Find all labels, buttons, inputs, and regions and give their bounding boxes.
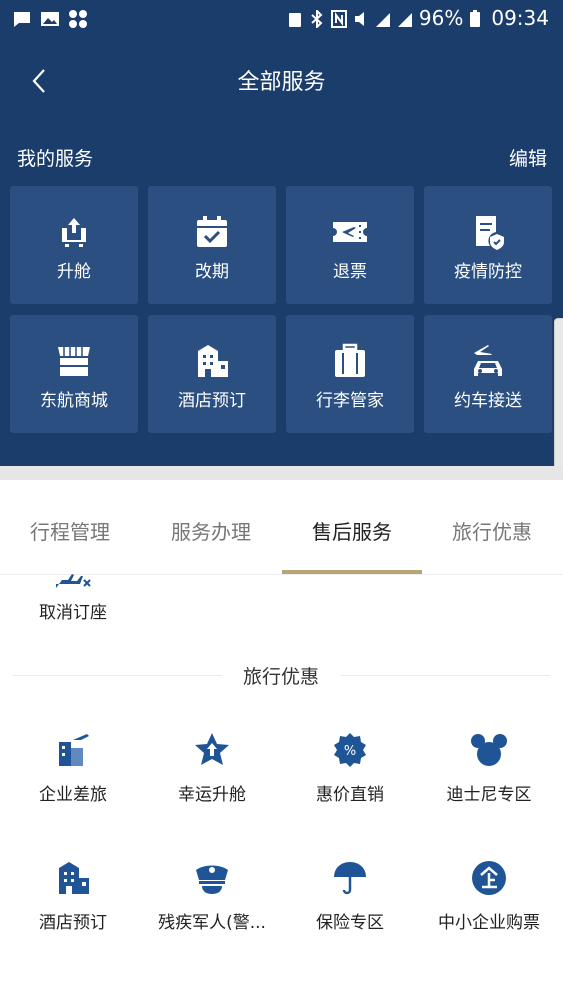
service-tile-refund[interactable]: 退票 bbox=[286, 186, 414, 304]
discount-icon: % bbox=[334, 733, 366, 767]
nfc-icon bbox=[330, 9, 347, 28]
mute-icon bbox=[353, 9, 369, 27]
bluetooth-icon bbox=[309, 8, 325, 30]
service-tile-luggage[interactable]: 行李管家 bbox=[286, 315, 414, 433]
deal-label: 惠价直销 bbox=[316, 785, 384, 805]
page-title: 全部服务 bbox=[237, 70, 326, 95]
active-tab-indicator bbox=[282, 570, 422, 574]
service-label: 东航商城 bbox=[40, 391, 108, 411]
header-area: 96% 09:34 全部服务 我的服务 编辑 升舱 改期 退票 疫情防控 东航商… bbox=[0, 0, 563, 466]
lucky-upgrade-icon bbox=[195, 733, 229, 765]
hotel-icon bbox=[59, 862, 89, 894]
service-tile-car[interactable]: 约车接送 bbox=[424, 315, 552, 433]
deal-label: 迪士尼专区 bbox=[446, 785, 532, 805]
battery-percent: 96% bbox=[418, 6, 464, 30]
deal-disabled-veterans[interactable]: 残疾军人(警... bbox=[143, 860, 281, 950]
clock: 09:34 bbox=[491, 6, 549, 30]
deal-hotel[interactable]: 酒店预订 bbox=[4, 860, 142, 950]
deal-label: 企业差旅 bbox=[39, 785, 107, 805]
ticket-refund-icon bbox=[333, 222, 367, 242]
battery-icon bbox=[469, 9, 485, 27]
cancel-booking-icon bbox=[56, 574, 91, 588]
apps-icon bbox=[68, 9, 88, 29]
deal-disney[interactable]: 迪士尼专区 bbox=[420, 732, 558, 822]
disney-icon bbox=[471, 734, 507, 766]
hotel-icon bbox=[198, 345, 228, 377]
travel-deals-header: 旅行优惠 bbox=[12, 662, 550, 690]
tab-trip-management[interactable]: 行程管理 bbox=[0, 516, 140, 545]
service-label: 行李管家 bbox=[316, 391, 384, 411]
service-tile-reschedule[interactable]: 改期 bbox=[148, 186, 276, 304]
svg-text:%: % bbox=[344, 744, 356, 759]
service-label: 升舱 bbox=[57, 262, 91, 282]
shop-icon bbox=[58, 347, 90, 376]
service-tile-hotel[interactable]: 酒店预订 bbox=[148, 315, 276, 433]
my-services-label: 我的服务 bbox=[17, 148, 94, 170]
service-tile-epidemic[interactable]: 疫情防控 bbox=[424, 186, 552, 304]
deal-label: 中小企业购票 bbox=[438, 913, 540, 933]
service-label: 酒店预订 bbox=[178, 391, 246, 411]
deal-lucky-upgrade[interactable]: 幸运升舱 bbox=[143, 732, 281, 822]
cancel-booking-label: 取消订座 bbox=[39, 603, 107, 623]
tab-travel-deals[interactable]: 旅行优惠 bbox=[422, 516, 562, 545]
recycle-icon bbox=[287, 9, 303, 27]
business-travel-icon bbox=[59, 734, 89, 766]
deal-label: 幸运升舱 bbox=[178, 785, 246, 805]
deal-label: 残疾军人(警... bbox=[158, 913, 266, 933]
section-title: 旅行优惠 bbox=[242, 666, 319, 688]
deal-label: 保险专区 bbox=[316, 913, 384, 933]
police-cap-icon bbox=[196, 865, 228, 894]
service-label: 约车接送 bbox=[454, 391, 522, 411]
car-pickup-icon bbox=[474, 345, 502, 376]
nav-bar: 全部服务 bbox=[0, 56, 563, 108]
service-label: 疫情防控 bbox=[454, 262, 522, 282]
status-bar: 96% 09:34 bbox=[0, 0, 563, 40]
message-icon bbox=[12, 9, 32, 29]
section-divider bbox=[0, 466, 563, 480]
service-tile-shop[interactable]: 东航商城 bbox=[10, 315, 138, 433]
epidemic-shield-icon bbox=[476, 216, 504, 250]
luggage-icon bbox=[335, 343, 365, 377]
enterprise-icon bbox=[472, 861, 506, 895]
edit-button[interactable]: 编辑 bbox=[509, 144, 547, 171]
image-icon bbox=[40, 9, 60, 29]
deal-discount[interactable]: % 惠价直销 bbox=[281, 732, 419, 822]
service-label: 退票 bbox=[333, 262, 367, 282]
tab-service-handling[interactable]: 服务办理 bbox=[141, 516, 281, 545]
my-services-grid: 升舱 改期 退票 疫情防控 东航商城 酒店预订 行李管家 约车接送 bbox=[10, 186, 554, 433]
tab-after-sales[interactable]: 售后服务 bbox=[282, 516, 422, 545]
seat-upgrade-icon bbox=[62, 218, 86, 247]
service-label: 改期 bbox=[195, 262, 229, 282]
tab-bar: 行程管理 服务办理 售后服务 旅行优惠 bbox=[0, 480, 563, 575]
deal-label: 酒店预订 bbox=[39, 913, 107, 933]
deal-insurance[interactable]: 保险专区 bbox=[281, 860, 419, 950]
deal-sme-tickets[interactable]: 中小企业购票 bbox=[420, 860, 558, 950]
umbrella-icon bbox=[334, 862, 366, 895]
deal-business-travel[interactable]: 企业差旅 bbox=[4, 732, 142, 822]
calendar-check-icon bbox=[197, 216, 227, 247]
signal-icon bbox=[375, 9, 391, 27]
signal-4g-icon bbox=[397, 9, 413, 27]
service-tile-upgrade[interactable]: 升舱 bbox=[10, 186, 138, 304]
